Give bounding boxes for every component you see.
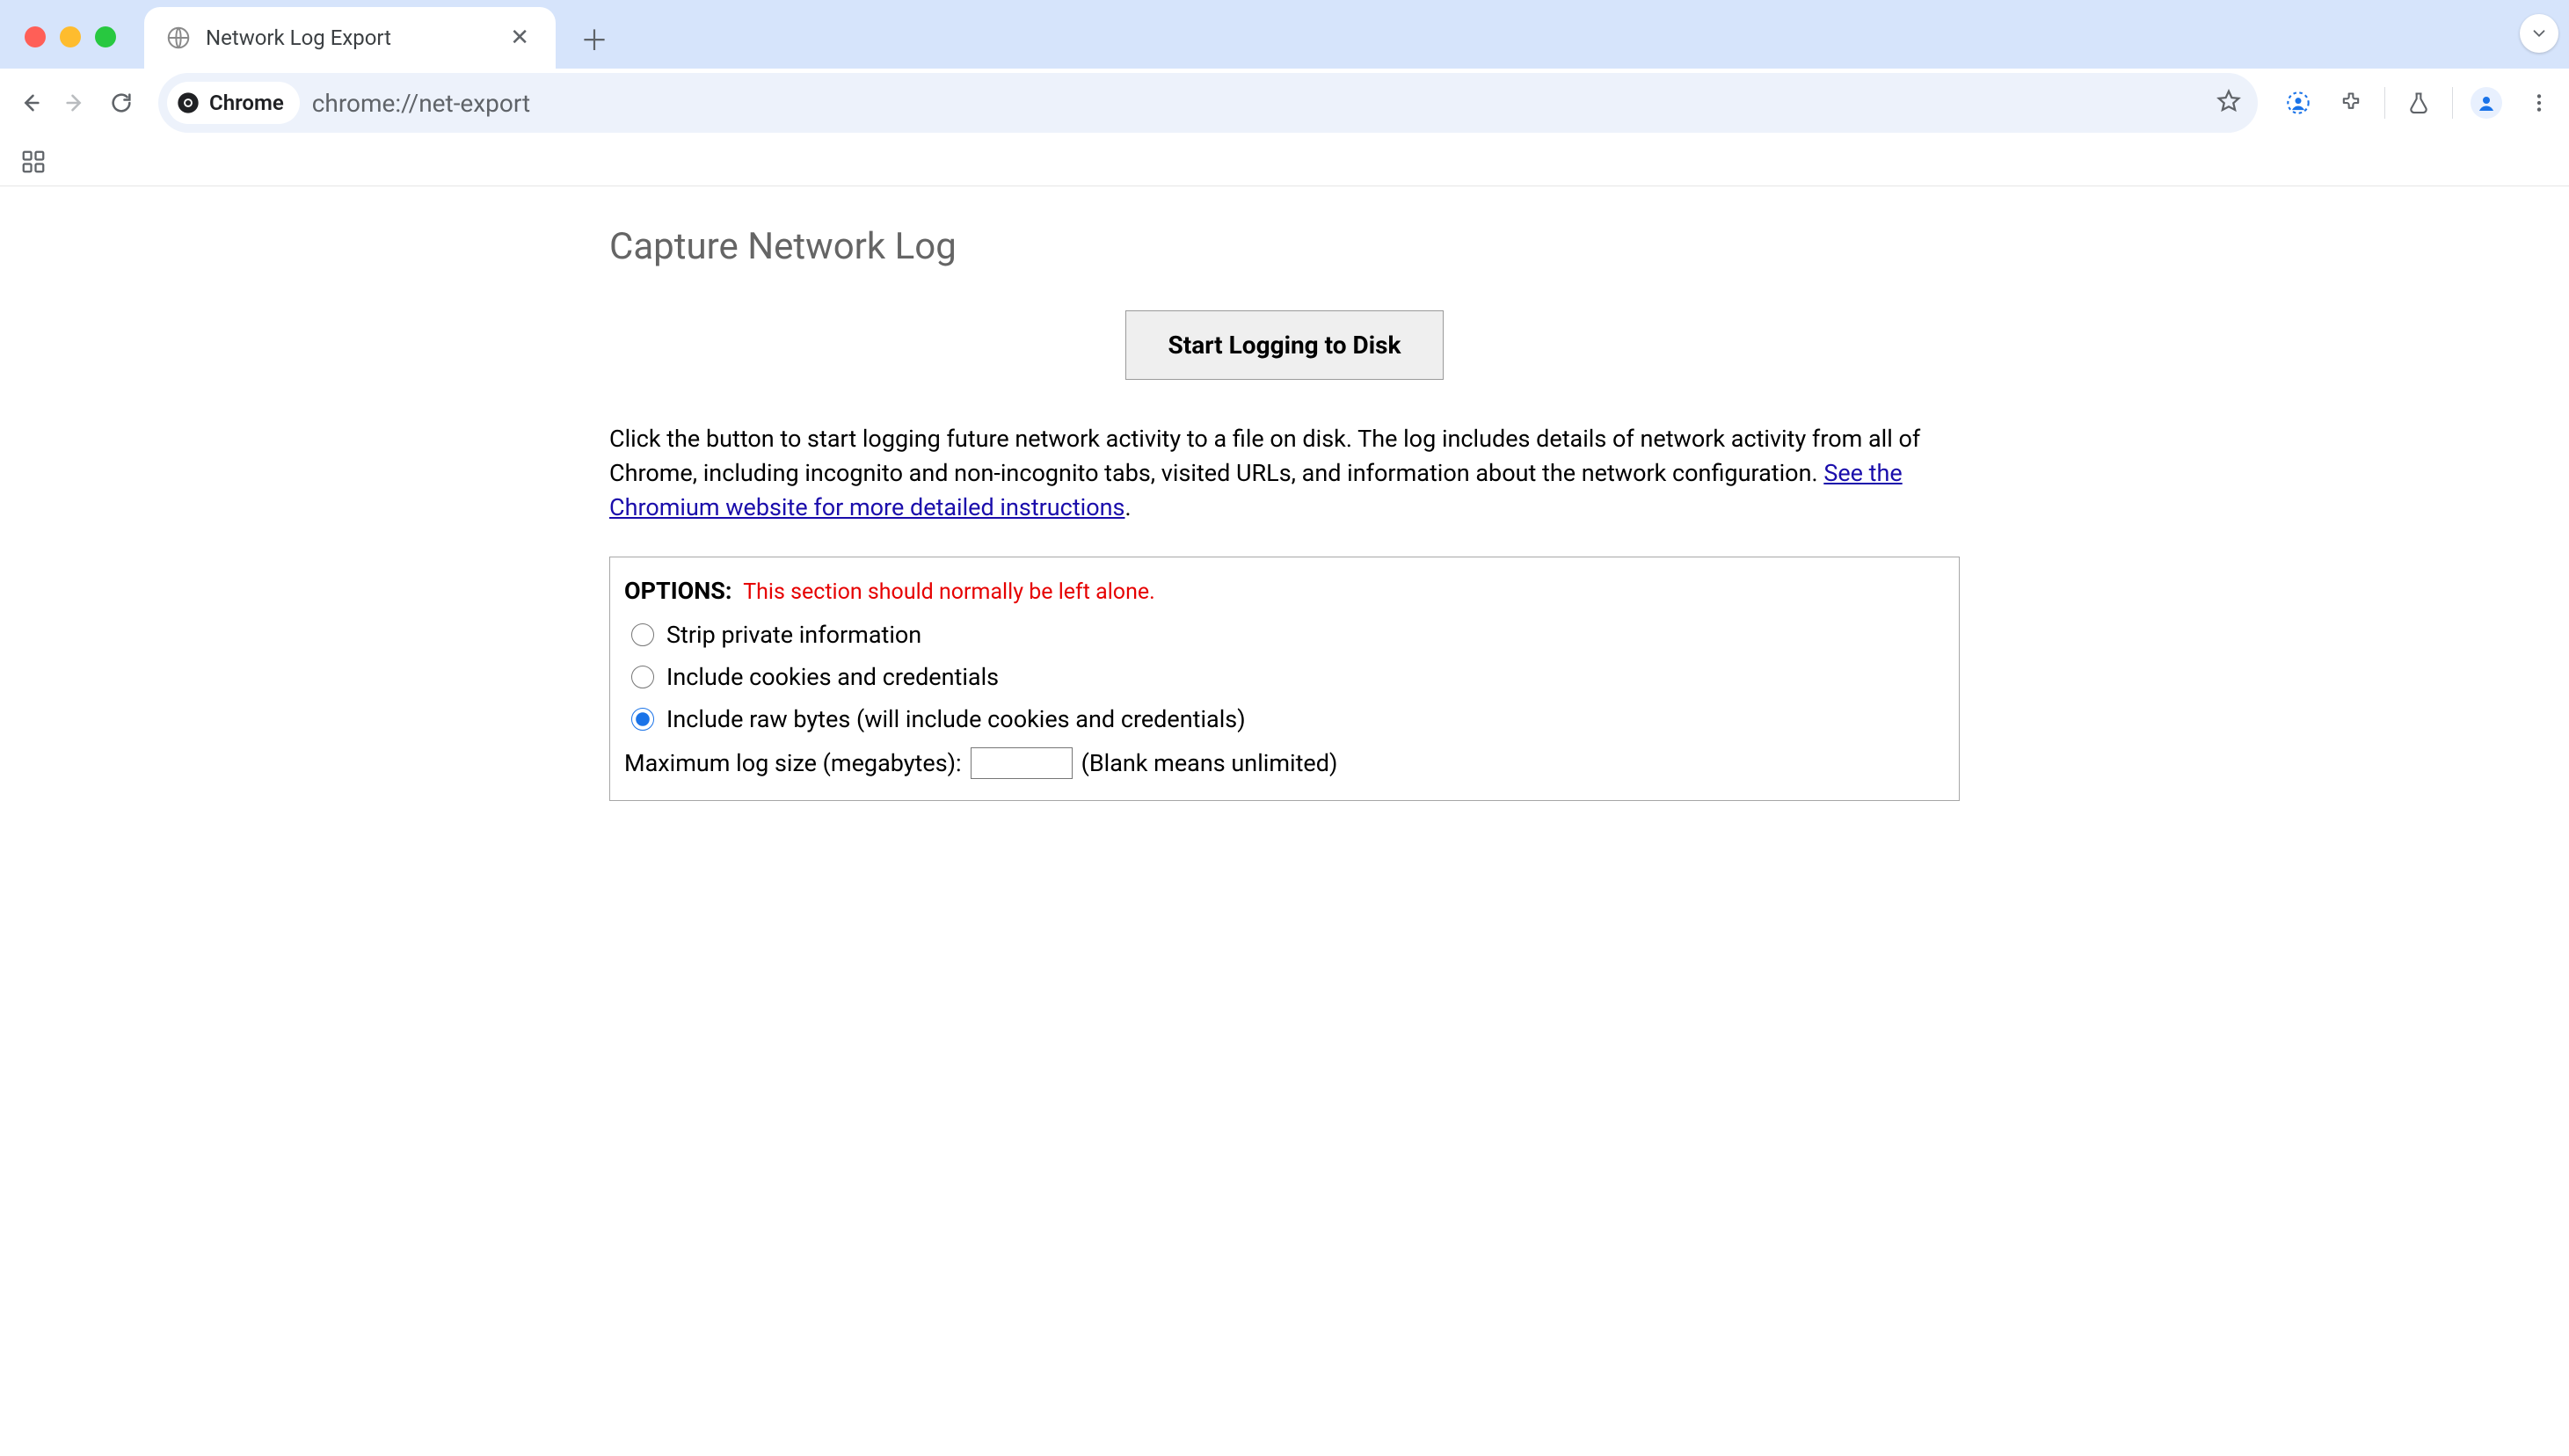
bookmarks-bar (0, 137, 2569, 186)
toolbar: Chrome chrome://net-export (0, 69, 2569, 137)
divider (2384, 87, 2385, 119)
arrow-right-icon (63, 91, 88, 115)
arrow-left-icon (18, 91, 42, 115)
forward-button[interactable] (56, 84, 95, 122)
apps-grid-icon (20, 149, 47, 175)
description-part-1: Click the button to start logging future… (609, 425, 1920, 487)
kebab-icon (2528, 91, 2551, 114)
browser-chrome: Network Log Export ✕ ＋ Chrome (0, 0, 2569, 186)
profile-sync-button[interactable] (2279, 84, 2318, 122)
options-box: OPTIONS: This section should normally be… (609, 557, 1960, 801)
options-heading: OPTIONS: This section should normally be… (624, 577, 1945, 605)
window-maximize-button[interactable] (95, 26, 116, 47)
description-part-2: . (1124, 493, 1131, 521)
profile-badge-icon (2286, 91, 2311, 115)
new-tab-button[interactable]: ＋ (570, 14, 619, 63)
extensions-button[interactable] (2332, 84, 2370, 122)
radio-include-raw-bytes[interactable]: Include raw bytes (will include cookies … (631, 705, 1945, 733)
site-chip-label: Chrome (209, 91, 284, 115)
bookmark-button[interactable] (2216, 88, 2242, 118)
reload-icon (109, 91, 134, 115)
window-close-button[interactable] (25, 26, 46, 47)
page-content: Capture Network Log Start Logging to Dis… (0, 186, 2569, 801)
window-dropdown-button[interactable] (2520, 14, 2558, 53)
person-icon (2476, 92, 2497, 113)
start-logging-button[interactable]: Start Logging to Disk (1125, 310, 1445, 380)
browser-tab[interactable]: Network Log Export ✕ (144, 7, 556, 69)
options-label: OPTIONS: (624, 577, 732, 605)
description-text: Click the button to start logging future… (609, 422, 1960, 525)
max-log-size-label: Maximum log size (megabytes): (624, 749, 962, 777)
radio-label: Include cookies and credentials (666, 663, 999, 691)
puzzle-icon (2339, 91, 2363, 115)
url-text: chrome://net-export (312, 89, 530, 118)
window-controls (25, 26, 116, 47)
labs-button[interactable] (2399, 84, 2438, 122)
tab-strip: Network Log Export ✕ ＋ (0, 0, 2569, 69)
radio-input-strip-private[interactable] (631, 623, 654, 646)
radio-label: Include raw bytes (will include cookies … (666, 705, 1246, 733)
max-log-size-hint: (Blank means unlimited) (1081, 749, 1338, 777)
chrome-icon (176, 91, 200, 115)
max-log-size-row: Maximum log size (megabytes): (Blank mea… (624, 747, 1945, 779)
options-warning: This section should normally be left alo… (743, 579, 1154, 605)
chevron-down-icon (2529, 24, 2549, 43)
radio-input-include-raw-bytes[interactable] (631, 708, 654, 731)
apps-button[interactable] (14, 142, 53, 181)
max-log-size-input[interactable] (971, 747, 1073, 779)
toolbar-right (2279, 84, 2558, 122)
radio-include-cookies[interactable]: Include cookies and credentials (631, 663, 1945, 691)
menu-button[interactable] (2520, 84, 2558, 122)
close-icon[interactable]: ✕ (505, 21, 535, 55)
avatar (2471, 87, 2502, 119)
omnibox[interactable]: Chrome chrome://net-export (158, 73, 2258, 133)
site-chip[interactable]: Chrome (167, 82, 300, 124)
profile-button[interactable] (2467, 84, 2506, 122)
page-title: Capture Network Log (609, 225, 1960, 268)
divider (2452, 87, 2453, 119)
radio-input-include-cookies[interactable] (631, 666, 654, 688)
globe-icon (165, 25, 192, 51)
back-button[interactable] (11, 84, 49, 122)
window-minimize-button[interactable] (60, 26, 81, 47)
tab-title: Network Log Export (206, 25, 491, 50)
flask-icon (2406, 91, 2431, 115)
radio-strip-private[interactable]: Strip private information (631, 621, 1945, 649)
radio-label: Strip private information (666, 621, 921, 649)
reload-button[interactable] (102, 84, 141, 122)
star-icon (2216, 88, 2242, 114)
